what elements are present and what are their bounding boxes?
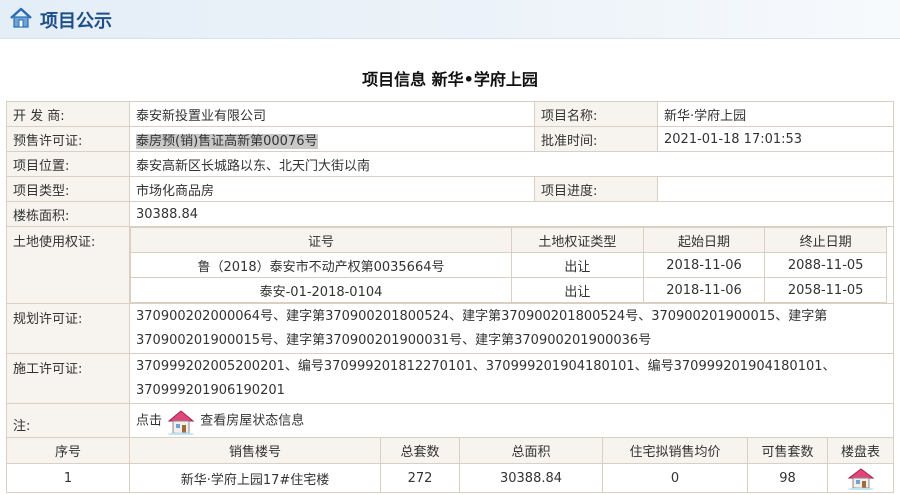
presale-value: 泰房预(销)售证高新第00076号 bbox=[136, 133, 318, 149]
sales-total-units: 272 bbox=[380, 463, 460, 493]
note-cell: 点击 查看房屋状态信息 bbox=[129, 403, 894, 439]
land-table: 证号 土地权证类型 起始日期 终止日期 鲁（2018）泰安市不动产权第00356… bbox=[130, 227, 888, 303]
planning-value: 370900202000064号、建字第370900201800524、建字第3… bbox=[129, 303, 894, 354]
planning-label: 规划许可证: bbox=[6, 303, 130, 354]
table-row: 鲁（2018）泰安市不动产权第0035664号 出让 2018-11-06 20… bbox=[130, 252, 887, 278]
developer-label: 开 发 商: bbox=[6, 101, 130, 127]
page-title: 项目信息 新华•学府上园 bbox=[362, 70, 538, 89]
page-header: 项目公示 bbox=[0, 0, 900, 39]
sales-total-area: 30388.84 bbox=[459, 463, 603, 493]
land-header-end: 终止日期 bbox=[764, 227, 887, 253]
presale-label: 预售许可证: bbox=[6, 126, 130, 152]
construction-label: 施工许可证: bbox=[6, 353, 130, 404]
presale-cell: 泰房预(销)售证高新第00076号 bbox=[129, 126, 535, 152]
land-label: 土地使用权证: bbox=[6, 226, 130, 304]
floor-area-label: 楼栋面积: bbox=[6, 201, 130, 227]
sales-header-total-area: 总面积 bbox=[459, 437, 603, 464]
sales-header-total-units: 总套数 bbox=[380, 437, 460, 464]
land-type: 出让 bbox=[511, 252, 644, 278]
sales-header-floor-plan: 楼盘表 bbox=[827, 437, 894, 464]
sales-building: 新华·学府上园17#住宅楼 bbox=[129, 463, 381, 493]
sales-header-index: 序号 bbox=[6, 437, 130, 464]
table-row: 泰安-01-2018-0104 出让 2018-11-06 2058-11-05 bbox=[130, 277, 887, 303]
location-value: 泰安高新区长城路以东、北天门大街以南 bbox=[129, 151, 894, 177]
land-header-start: 起始日期 bbox=[642, 227, 766, 253]
view-house-status-link[interactable]: 查看房屋状态信息 bbox=[200, 414, 304, 429]
land-start: 2018-11-06 bbox=[642, 252, 766, 278]
sales-header-avg-price: 住宅拟销售均价 bbox=[602, 437, 748, 464]
floor-area-value: 30388.84 bbox=[129, 201, 894, 227]
type-value: 市场化商品房 bbox=[129, 176, 535, 202]
land-header-type: 土地权证类型 bbox=[511, 227, 644, 253]
project-info-table: 开 发 商: 泰安新投置业有限公司 项目名称: 新华·学府上园 预售许可证: 泰… bbox=[6, 101, 894, 439]
progress-label: 项目进度: bbox=[534, 176, 658, 202]
developer-value: 泰安新投置业有限公司 bbox=[129, 101, 535, 127]
floor-plan-cell bbox=[827, 463, 894, 493]
house-icon[interactable] bbox=[846, 466, 876, 490]
project-name-label: 项目名称: bbox=[534, 101, 658, 127]
land-cell: 证号 土地权证类型 起始日期 终止日期 鲁（2018）泰安市不动产权第00356… bbox=[129, 226, 894, 304]
land-end: 2058-11-05 bbox=[764, 277, 887, 303]
header-title: 项目公示 bbox=[40, 11, 112, 32]
sales-header-building: 销售楼号 bbox=[129, 437, 381, 464]
progress-value bbox=[657, 176, 894, 202]
sales-avg-price: 0 bbox=[602, 463, 748, 493]
sales-available: 98 bbox=[747, 463, 828, 493]
project-name-value: 新华·学府上园 bbox=[657, 101, 894, 127]
note-click-text: 点击 bbox=[136, 413, 163, 429]
approval-time-label: 批准时间: bbox=[534, 126, 658, 152]
approval-time-value: 2021-01-18 17:01:53 bbox=[657, 126, 894, 152]
construction-value: 370999202005200201、编号370999201812270101、… bbox=[129, 353, 894, 404]
land-cert: 泰安-01-2018-0104 bbox=[130, 277, 513, 303]
house-icon[interactable] bbox=[166, 407, 196, 435]
land-end: 2088-11-05 bbox=[764, 252, 887, 278]
sales-header-available: 可售套数 bbox=[747, 437, 828, 464]
table-row: 1 新华·学府上园17#住宅楼 272 30388.84 0 98 bbox=[6, 463, 894, 493]
note-label: 注: bbox=[6, 403, 130, 439]
sales-index: 1 bbox=[6, 463, 130, 493]
land-header-cert: 证号 bbox=[130, 227, 513, 253]
land-type: 出让 bbox=[511, 277, 644, 303]
location-label: 项目位置: bbox=[6, 151, 130, 177]
sales-table: 序号 销售楼号 总套数 总面积 住宅拟销售均价 可售套数 楼盘表 1 新华·学府… bbox=[6, 437, 894, 493]
land-start: 2018-11-06 bbox=[642, 277, 766, 303]
home-icon bbox=[10, 7, 32, 28]
land-cert: 鲁（2018）泰安市不动产权第0035664号 bbox=[130, 252, 513, 278]
type-label: 项目类型: bbox=[6, 176, 130, 202]
